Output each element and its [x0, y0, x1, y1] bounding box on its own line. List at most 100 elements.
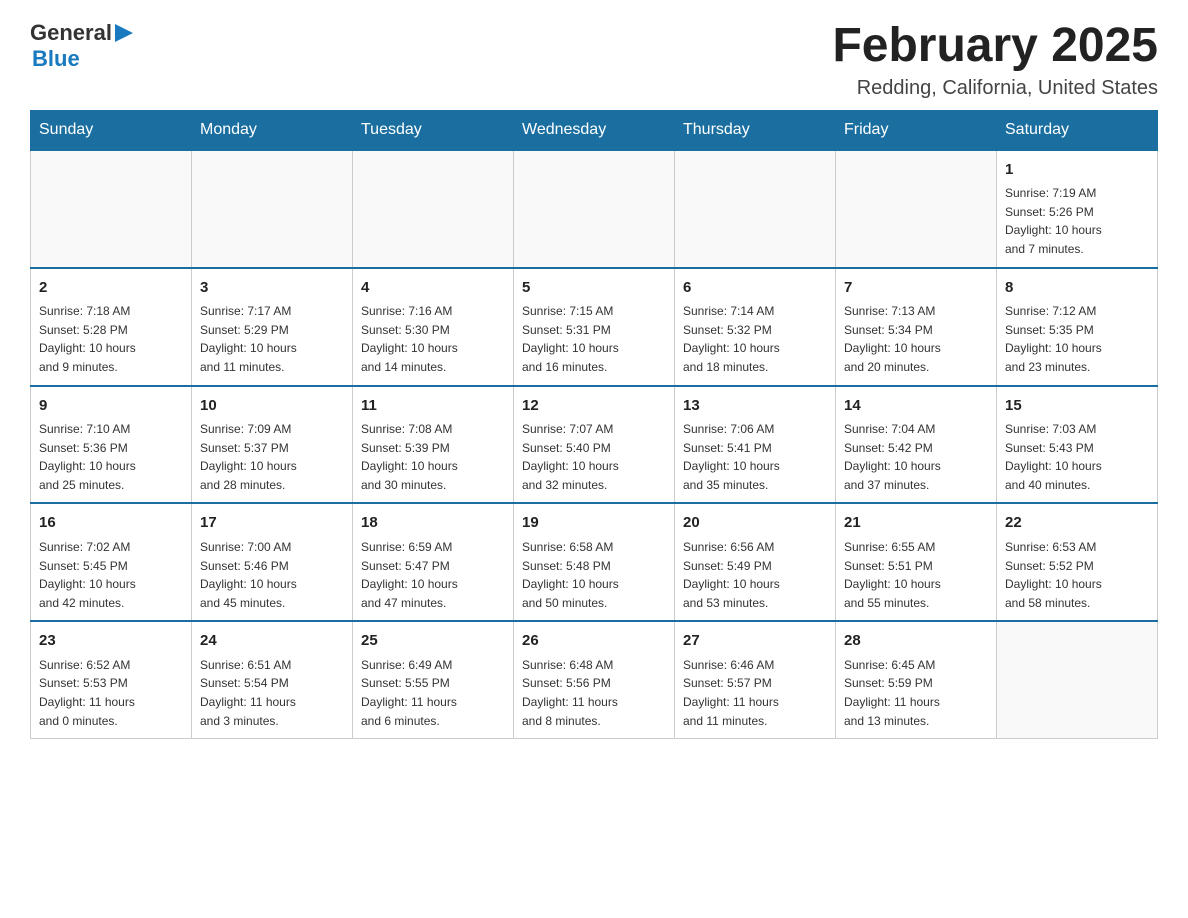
col-sunday: Sunday — [31, 110, 192, 150]
day-number: 8 — [1005, 277, 1149, 300]
day-info: Sunrise: 6:55 AMSunset: 5:51 PMDaylight:… — [844, 538, 988, 612]
table-row: 5Sunrise: 7:15 AMSunset: 5:31 PMDaylight… — [514, 268, 675, 386]
day-number: 16 — [39, 512, 183, 535]
day-info: Sunrise: 7:15 AMSunset: 5:31 PMDaylight:… — [522, 302, 666, 376]
day-number: 15 — [1005, 395, 1149, 418]
day-info: Sunrise: 6:53 AMSunset: 5:52 PMDaylight:… — [1005, 538, 1149, 612]
table-row — [353, 150, 514, 268]
location-title: Redding, California, United States — [832, 77, 1158, 100]
day-info: Sunrise: 7:08 AMSunset: 5:39 PMDaylight:… — [361, 420, 505, 494]
day-number: 3 — [200, 277, 344, 300]
day-number: 9 — [39, 395, 183, 418]
table-row: 9Sunrise: 7:10 AMSunset: 5:36 PMDaylight… — [31, 386, 192, 504]
table-row: 10Sunrise: 7:09 AMSunset: 5:37 PMDayligh… — [192, 386, 353, 504]
day-number: 17 — [200, 512, 344, 535]
calendar-header-row: Sunday Monday Tuesday Wednesday Thursday… — [31, 110, 1158, 150]
calendar-table: Sunday Monday Tuesday Wednesday Thursday… — [30, 110, 1158, 739]
table-row: 4Sunrise: 7:16 AMSunset: 5:30 PMDaylight… — [353, 268, 514, 386]
day-number: 22 — [1005, 512, 1149, 535]
day-info: Sunrise: 6:45 AMSunset: 5:59 PMDaylight:… — [844, 656, 988, 730]
table-row: 27Sunrise: 6:46 AMSunset: 5:57 PMDayligh… — [675, 621, 836, 738]
logo-general-text: General — [30, 21, 112, 45]
day-info: Sunrise: 6:51 AMSunset: 5:54 PMDaylight:… — [200, 656, 344, 730]
day-number: 23 — [39, 630, 183, 653]
day-info: Sunrise: 7:19 AMSunset: 5:26 PMDaylight:… — [1005, 184, 1149, 258]
title-block: February 2025 Redding, California, Unite… — [832, 20, 1158, 100]
table-row: 15Sunrise: 7:03 AMSunset: 5:43 PMDayligh… — [997, 386, 1158, 504]
col-tuesday: Tuesday — [353, 110, 514, 150]
table-row: 17 Sunrise: 7:00 AMSunset: 5:46 PMDayligh… — [192, 503, 353, 621]
calendar-week-row: 2Sunrise: 7:18 AMSunset: 5:28 PMDaylight… — [31, 268, 1158, 386]
logo-arrow-icon — [115, 24, 133, 42]
day-info: Sunrise: 7:07 AMSunset: 5:40 PMDaylight:… — [522, 420, 666, 494]
day-info: Sunrise: 6:49 AMSunset: 5:55 PMDaylight:… — [361, 656, 505, 730]
day-info: Sunrise: 7:06 AMSunset: 5:41 PMDaylight:… — [683, 420, 827, 494]
table-row: 14Sunrise: 7:04 AMSunset: 5:42 PMDayligh… — [836, 386, 997, 504]
calendar-week-row: 23 Sunrise: 6:52 AMSunset: 5:53 PMDayligh… — [31, 621, 1158, 738]
day-info: Sunrise: 7:02 AMSunset: 5:45 PMDaylight:… — [39, 538, 183, 612]
col-wednesday: Wednesday — [514, 110, 675, 150]
day-info: Sunrise: 7:14 AMSunset: 5:32 PMDaylight:… — [683, 302, 827, 376]
table-row — [836, 150, 997, 268]
table-row: 1Sunrise: 7:19 AMSunset: 5:26 PMDaylight… — [997, 150, 1158, 268]
table-row — [514, 150, 675, 268]
day-info: Sunrise: 7:10 AMSunset: 5:36 PMDaylight:… — [39, 420, 183, 494]
table-row: 13Sunrise: 7:06 AMSunset: 5:41 PMDayligh… — [675, 386, 836, 504]
col-saturday: Saturday — [997, 110, 1158, 150]
table-row: 24 Sunrise: 6:51 AMSunset: 5:54 PMDayligh… — [192, 621, 353, 738]
day-info: Sunrise: 6:52 AMSunset: 5:53 PMDaylight:… — [39, 656, 183, 730]
calendar-week-row: 16 Sunrise: 7:02 AMSunset: 5:45 PMDayligh… — [31, 503, 1158, 621]
day-info: Sunrise: 6:58 AMSunset: 5:48 PMDaylight:… — [522, 538, 666, 612]
table-row: 2Sunrise: 7:18 AMSunset: 5:28 PMDaylight… — [31, 268, 192, 386]
table-row: 22 Sunrise: 6:53 AMSunset: 5:52 PMDayligh… — [997, 503, 1158, 621]
table-row: 26Sunrise: 6:48 AMSunset: 5:56 PMDayligh… — [514, 621, 675, 738]
col-friday: Friday — [836, 110, 997, 150]
day-number: 12 — [522, 395, 666, 418]
calendar-week-row: 9Sunrise: 7:10 AMSunset: 5:36 PMDaylight… — [31, 386, 1158, 504]
table-row — [192, 150, 353, 268]
table-row: 25 Sunrise: 6:49 AMSunset: 5:55 PMDayligh… — [353, 621, 514, 738]
day-info: Sunrise: 7:13 AMSunset: 5:34 PMDaylight:… — [844, 302, 988, 376]
day-info: Sunrise: 7:17 AMSunset: 5:29 PMDaylight:… — [200, 302, 344, 376]
day-number: 25 — [361, 630, 505, 653]
month-title: February 2025 — [832, 20, 1158, 73]
table-row: 11Sunrise: 7:08 AMSunset: 5:39 PMDayligh… — [353, 386, 514, 504]
day-number: 27 — [683, 630, 827, 653]
col-thursday: Thursday — [675, 110, 836, 150]
day-info: Sunrise: 7:09 AMSunset: 5:37 PMDaylight:… — [200, 420, 344, 494]
day-number: 21 — [844, 512, 988, 535]
day-info: Sunrise: 7:03 AMSunset: 5:43 PMDaylight:… — [1005, 420, 1149, 494]
day-info: Sunrise: 7:18 AMSunset: 5:28 PMDaylight:… — [39, 302, 183, 376]
table-row: 12Sunrise: 7:07 AMSunset: 5:40 PMDayligh… — [514, 386, 675, 504]
day-number: 1 — [1005, 159, 1149, 182]
day-number: 11 — [361, 395, 505, 418]
day-number: 13 — [683, 395, 827, 418]
table-row: 16 Sunrise: 7:02 AMSunset: 5:45 PMDayligh… — [31, 503, 192, 621]
table-row — [31, 150, 192, 268]
day-number: 6 — [683, 277, 827, 300]
table-row: 19 Sunrise: 6:58 AMSunset: 5:48 PMDayligh… — [514, 503, 675, 621]
table-row — [675, 150, 836, 268]
day-number: 24 — [200, 630, 344, 653]
day-number: 5 — [522, 277, 666, 300]
day-info: Sunrise: 7:00 AMSunset: 5:46 PMDaylight:… — [200, 538, 344, 612]
calendar-week-row: 1Sunrise: 7:19 AMSunset: 5:26 PMDaylight… — [31, 150, 1158, 268]
day-info: Sunrise: 6:48 AMSunset: 5:56 PMDaylight:… — [522, 656, 666, 730]
day-number: 7 — [844, 277, 988, 300]
day-number: 4 — [361, 277, 505, 300]
day-number: 19 — [522, 512, 666, 535]
table-row: 18 Sunrise: 6:59 AMSunset: 5:47 PMDayligh… — [353, 503, 514, 621]
table-row: 21 Sunrise: 6:55 AMSunset: 5:51 PMDayligh… — [836, 503, 997, 621]
table-row: 20Sunrise: 6:56 AMSunset: 5:49 PMDayligh… — [675, 503, 836, 621]
day-number: 18 — [361, 512, 505, 535]
day-number: 28 — [844, 630, 988, 653]
table-row: 8Sunrise: 7:12 AMSunset: 5:35 PMDaylight… — [997, 268, 1158, 386]
col-monday: Monday — [192, 110, 353, 150]
day-info: Sunrise: 7:12 AMSunset: 5:35 PMDaylight:… — [1005, 302, 1149, 376]
page-header: General Blue February 2025 Redding, Cali… — [30, 20, 1158, 100]
day-info: Sunrise: 7:16 AMSunset: 5:30 PMDaylight:… — [361, 302, 505, 376]
table-row: 7Sunrise: 7:13 AMSunset: 5:34 PMDaylight… — [836, 268, 997, 386]
day-info: Sunrise: 6:59 AMSunset: 5:47 PMDaylight:… — [361, 538, 505, 612]
day-number: 20 — [683, 512, 827, 535]
logo-blue-text: Blue — [32, 47, 133, 71]
